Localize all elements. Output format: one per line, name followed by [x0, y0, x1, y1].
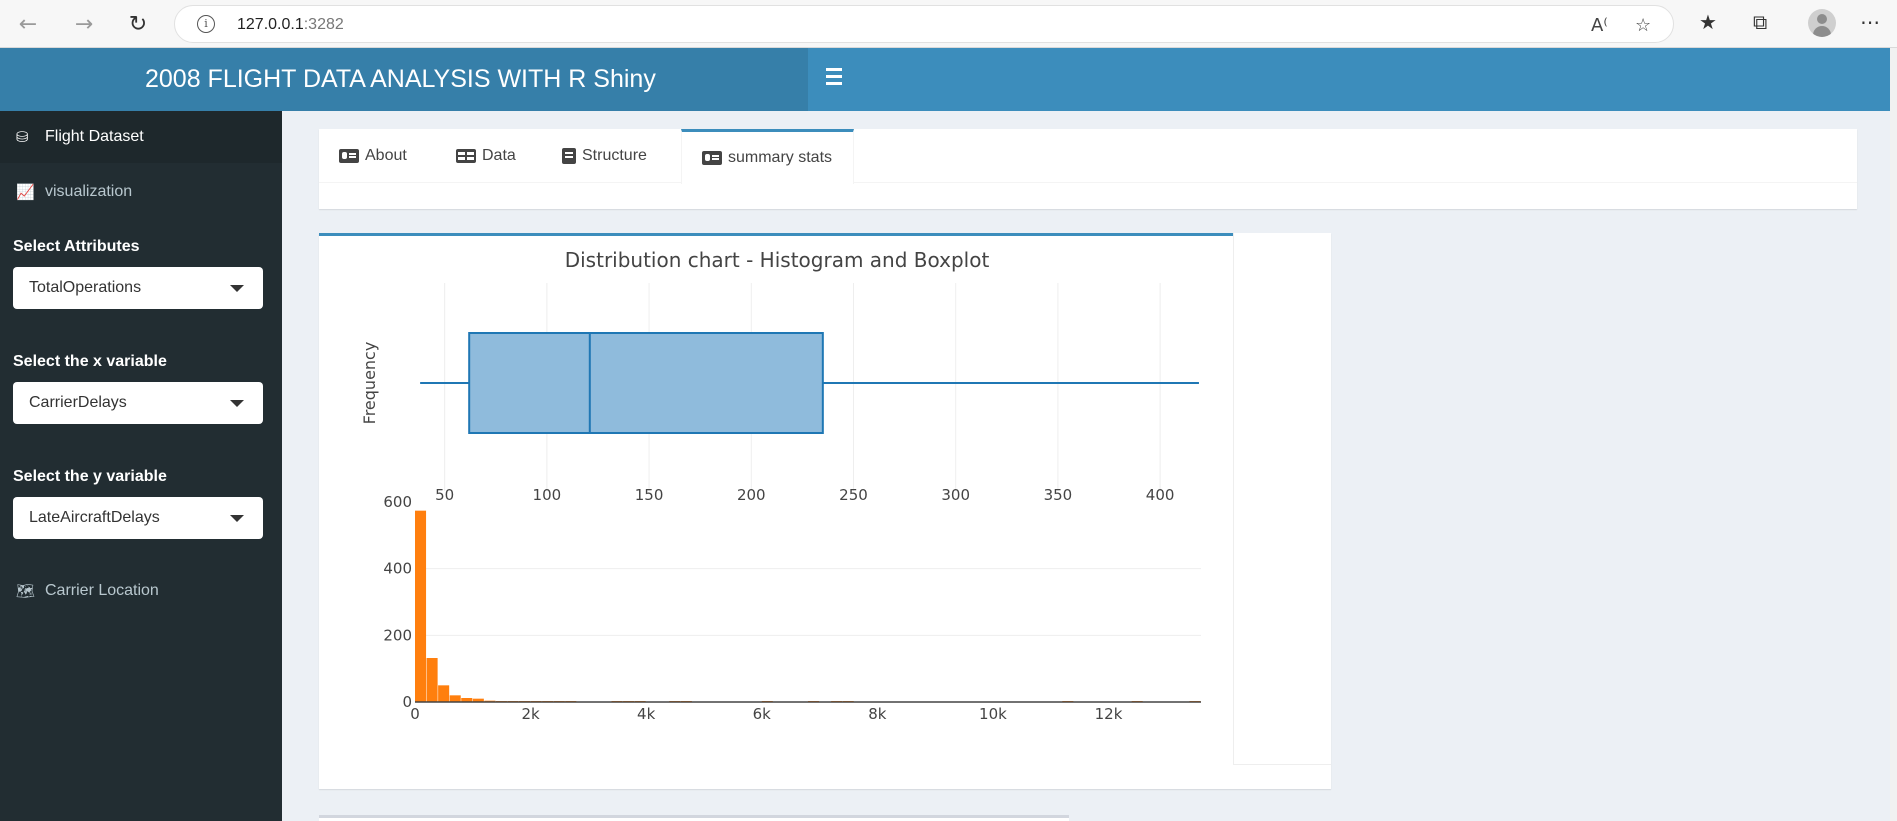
histogram-y-tick-label: 200 — [383, 626, 412, 644]
chart-title: Distribution chart - Histogram and Boxpl… — [565, 248, 990, 272]
file-icon — [562, 148, 576, 164]
url-text[interactable]: 127.0.0.1:3282 — [237, 16, 344, 34]
histogram-bar — [415, 510, 427, 702]
histogram-x-tick-label: 12k — [1095, 705, 1123, 723]
forward-icon[interactable]: → — [68, 8, 100, 40]
sidebar-item-flight-dataset[interactable]: ⛁ Flight Dataset — [0, 111, 282, 163]
logo-area: 2008 FLIGHT DATA ANALYSIS WITH R Shiny — [0, 48, 808, 111]
histogram-bar — [449, 695, 461, 702]
x-variable-value: CarrierDelays — [29, 394, 127, 411]
url-port: :3282 — [303, 16, 344, 33]
reload-icon[interactable]: ↻ — [122, 8, 154, 40]
y-variable-value: LateAircraftDelays — [29, 509, 160, 526]
histogram-x-tick-label: 8k — [868, 705, 887, 723]
collections-icon[interactable]: ⧉ — [1753, 10, 1767, 34]
id-card-icon — [339, 149, 359, 163]
tab-about[interactable]: About — [339, 129, 407, 183]
sidebar-item-visualization[interactable]: 📈 visualization — [0, 166, 282, 218]
chevron-down-icon — [230, 400, 244, 407]
id-card-icon — [702, 151, 722, 165]
attributes-label: Select Attributes — [13, 238, 140, 255]
map-icon: 🗺 — [16, 582, 36, 600]
boxplot-box — [468, 332, 824, 434]
back-icon[interactable]: ← — [12, 8, 44, 40]
app-header: 2008 FLIGHT DATA ANALYSIS WITH R Shiny — [0, 48, 1897, 111]
site-info-icon[interactable]: i — [197, 15, 215, 33]
next-box-edge — [319, 815, 1069, 821]
boxplot-x-tick-label: 400 — [1146, 486, 1175, 504]
database-icon: ⛁ — [16, 128, 29, 146]
histogram-x-tick-label: 4k — [637, 705, 656, 723]
more-options-icon[interactable]: ⋯ — [1860, 10, 1880, 34]
boxplot-x-tick-label: 200 — [737, 486, 766, 504]
tab-label: Data — [482, 147, 516, 164]
histogram-bar — [438, 685, 450, 702]
read-aloud-icon[interactable]: A⁽ — [1591, 15, 1608, 36]
y-variable-label: Select the y variable — [13, 468, 167, 485]
favorites-icon[interactable]: ★ — [1699, 10, 1717, 34]
tabs-divider — [319, 182, 1857, 183]
histogram-y-tick-label: 400 — [383, 560, 412, 578]
url-host: 127.0.0.1 — [237, 16, 304, 33]
tab-label: Structure — [582, 147, 647, 164]
histogram-x-tick-label: 0 — [410, 705, 420, 723]
sidebar-item-label: Carrier Location — [45, 582, 159, 599]
tab-structure[interactable]: Structure — [562, 129, 647, 183]
sidebar: ⛁ Flight Dataset 📈 visualization Select … — [0, 111, 282, 821]
histogram-x-tick-label: 6k — [753, 705, 772, 723]
tab-label: summary stats — [728, 149, 833, 166]
sidebar-item-carrier-location[interactable]: 🗺 Carrier Location — [0, 565, 282, 617]
y-variable-select[interactable]: LateAircraftDelays — [13, 497, 263, 539]
app-title: 2008 FLIGHT DATA ANALYSIS WITH R Shiny — [145, 65, 656, 93]
sidebar-toggle-icon[interactable] — [822, 68, 846, 92]
boxplot-x-tick-label: 50 — [435, 486, 454, 504]
tab-summary-stats[interactable]: summary stats — [681, 129, 854, 184]
histogram-x-tick-label: 2k — [521, 705, 540, 723]
tab-panel: About Data Structure summary stats — [319, 129, 1857, 209]
boxplot-x-tick-label: 150 — [635, 486, 664, 504]
x-variable-select[interactable]: CarrierDelays — [13, 382, 263, 424]
histogram-y-tick-label: 600 — [383, 493, 412, 511]
line-chart-icon: 📈 — [16, 183, 35, 201]
sidebar-item-label: Flight Dataset — [45, 128, 144, 145]
sidebar-item-label: visualization — [45, 183, 133, 200]
boxplot-x-tick-label: 300 — [941, 486, 970, 504]
tab-label: About — [365, 147, 407, 164]
histogram-bar — [426, 658, 438, 702]
boxplot-x-tick-label: 250 — [839, 486, 868, 504]
y-axis-label: Frequency — [360, 342, 379, 425]
add-favorite-icon[interactable]: ☆ — [1635, 15, 1651, 36]
address-bar[interactable]: i 127.0.0.1:3282 A⁽ ☆ — [174, 5, 1674, 43]
chevron-down-icon — [230, 285, 244, 292]
profile-avatar[interactable] — [1808, 9, 1836, 37]
tab-data[interactable]: Data — [456, 129, 516, 183]
table-icon — [456, 149, 476, 163]
chevron-down-icon — [230, 515, 244, 522]
distribution-chart[interactable]: 50 100 150 200 250 300 350 40002004006000 2k 4k 6k… — [319, 233, 1331, 789]
x-variable-label: Select the x variable — [13, 353, 167, 370]
chart-box: 50 100 150 200 250 300 350 400 0 200 400 600 0 2k 4k 6k… — [319, 233, 1331, 789]
boxplot-x-tick-label: 100 — [533, 486, 562, 504]
boxplot-x-tick-label: 350 — [1044, 486, 1073, 504]
page-scrollbar[interactable] — [1890, 48, 1897, 821]
attributes-select[interactable]: TotalOperations — [13, 267, 263, 309]
histogram-x-tick-label: 10k — [979, 705, 1007, 723]
attributes-value: TotalOperations — [29, 279, 142, 296]
browser-toolbar: ← → ↻ i 127.0.0.1:3282 A⁽ ☆ ★ ⧉ ⋯ — [0, 0, 1897, 48]
